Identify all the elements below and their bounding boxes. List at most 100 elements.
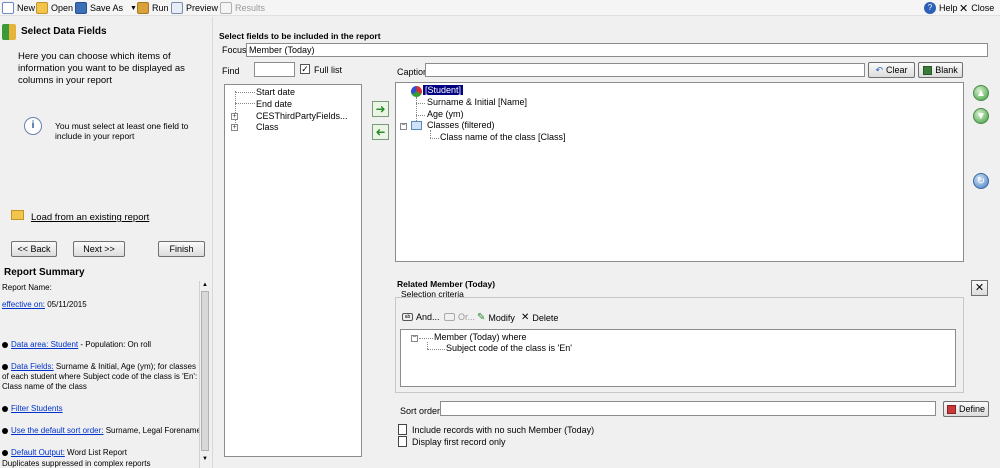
dropdown-arrow-icon[interactable]: ▼ bbox=[130, 5, 137, 12]
filter-students-link[interactable]: Filter Students bbox=[11, 404, 63, 413]
preview-button[interactable]: Preview bbox=[171, 1, 218, 15]
selection-criteria-group: ab And... Or... ✎ Modify ✕ Delete − Member … bbox=[395, 297, 964, 393]
filter-line: Filter Students bbox=[2, 404, 63, 413]
modify-button[interactable]: ✎ Modify bbox=[477, 312, 515, 323]
remove-field-arrow-icon[interactable]: ➜ bbox=[372, 124, 389, 140]
bullet-icon bbox=[2, 341, 8, 348]
data-area-link[interactable]: Data area: Student bbox=[11, 340, 78, 349]
define-icon bbox=[946, 404, 956, 414]
or-icon bbox=[444, 313, 455, 321]
save-disk-icon bbox=[75, 2, 87, 14]
preview-icon bbox=[171, 2, 183, 14]
related-title: Related Member (Today) bbox=[397, 279, 496, 289]
expand-icon[interactable]: + bbox=[231, 113, 238, 120]
bullet-icon bbox=[2, 405, 8, 412]
available-fields-tree[interactable]: Start date End date + CESThirdPartyField… bbox=[224, 84, 362, 457]
tree-line bbox=[430, 130, 431, 138]
data-area-line: Data area: Student - Population: On roll bbox=[2, 340, 151, 349]
or-button[interactable]: Or... bbox=[444, 312, 475, 322]
field-item[interactable]: Start date bbox=[256, 87, 295, 97]
field-item[interactable]: CESThirdPartyFields... bbox=[256, 111, 348, 121]
default-sort-link[interactable]: Use the default sort order: bbox=[11, 426, 104, 435]
delete-button[interactable]: ✕ Delete bbox=[521, 312, 558, 323]
criteria-child[interactable]: Subject code of the class is 'En' bbox=[446, 343, 572, 353]
display-first-toggle[interactable] bbox=[398, 436, 407, 447]
help-button[interactable]: ? Help bbox=[924, 1, 958, 15]
define-button[interactable]: Define bbox=[943, 401, 989, 417]
selected-field-item[interactable]: Surname & Initial [Name] bbox=[427, 97, 527, 107]
open-button[interactable]: Open bbox=[36, 1, 73, 15]
summary-scrollbar[interactable]: ▲ ▼ bbox=[199, 281, 210, 468]
selected-field-item[interactable]: Age (ym) bbox=[427, 109, 464, 119]
section-title: Select fields to be included in the repo… bbox=[219, 31, 381, 41]
next-button[interactable]: Next >> bbox=[73, 241, 125, 257]
caption-input[interactable] bbox=[425, 63, 865, 77]
move-up-icon[interactable]: ▲ bbox=[973, 85, 989, 101]
clear-button[interactable]: ↶ Clear bbox=[868, 62, 915, 78]
tree-line bbox=[430, 138, 439, 139]
run-button[interactable]: Run bbox=[137, 1, 169, 15]
selected-group-item[interactable]: Classes (filtered) bbox=[427, 120, 495, 130]
find-input[interactable] bbox=[254, 62, 295, 77]
focus-field[interactable]: Member (Today) bbox=[246, 43, 988, 57]
collapse-icon[interactable]: − bbox=[411, 334, 418, 342]
save-as-button[interactable]: Save As ▼ bbox=[75, 1, 137, 15]
help-icon: ? bbox=[924, 2, 936, 14]
folder-icon bbox=[11, 210, 24, 220]
collapse-icon[interactable]: − bbox=[400, 122, 407, 130]
field-item[interactable]: Class bbox=[256, 122, 279, 132]
close-icon: ✕ bbox=[959, 2, 969, 15]
output-note: Duplicates suppressed in complex reports bbox=[2, 459, 151, 468]
results-icon bbox=[220, 2, 232, 14]
scroll-down-icon[interactable]: ▼ bbox=[201, 456, 209, 464]
new-document-icon bbox=[2, 2, 14, 14]
blank-button[interactable]: Blank bbox=[918, 62, 963, 78]
delete-icon: ✕ bbox=[521, 312, 530, 323]
clear-criteria-icon[interactable]: ✕ bbox=[971, 280, 988, 296]
sort-order-input[interactable] bbox=[440, 401, 936, 416]
include-records-toggle[interactable] bbox=[398, 424, 407, 435]
default-output-link[interactable]: Default Output: bbox=[11, 448, 65, 457]
data-fields-link[interactable]: Data Fields: bbox=[11, 362, 54, 371]
effective-on-line: effective on: 05/11/2015 bbox=[2, 300, 87, 309]
scroll-up-icon[interactable]: ▲ bbox=[201, 282, 209, 290]
and-icon: ab bbox=[402, 313, 413, 321]
caption-label: Caption bbox=[397, 67, 429, 77]
expand-icon[interactable]: + bbox=[231, 124, 238, 131]
page-title: Select Data Fields bbox=[21, 26, 107, 37]
report-summary: Report Name: effective on: 05/11/2015 Da… bbox=[0, 281, 199, 468]
data-fields-line: Data Fields: Surname & Initial, Age (ym)… bbox=[2, 362, 198, 391]
field-item[interactable]: End date bbox=[256, 99, 292, 109]
selected-field-item[interactable]: Class name of the class [Class] bbox=[440, 132, 566, 142]
criteria-root[interactable]: Member (Today) where bbox=[434, 332, 527, 342]
selected-fields-tree[interactable]: [Student] Surname & Initial [Name] Age (… bbox=[395, 82, 964, 262]
scroll-thumb[interactable] bbox=[201, 291, 209, 451]
student-icon bbox=[411, 86, 422, 97]
tree-line bbox=[416, 115, 425, 116]
focus-label: Focus bbox=[222, 45, 247, 55]
results-button[interactable]: Results bbox=[220, 1, 265, 15]
criteria-tree[interactable]: − Member (Today) where Subject code of t… bbox=[400, 329, 956, 387]
info-text: You must select at least one field to in… bbox=[55, 121, 189, 141]
tree-line bbox=[427, 349, 445, 350]
wizard-side-panel: Select Data Fields Here you can choose w… bbox=[0, 17, 213, 468]
full-list-checkbox[interactable]: ✓ bbox=[300, 64, 310, 74]
full-list-label: Full list bbox=[314, 65, 343, 75]
move-down-icon[interactable]: ▼ bbox=[973, 108, 989, 124]
display-first-label: Display first record only bbox=[412, 437, 506, 447]
bullet-icon bbox=[2, 449, 8, 456]
run-icon bbox=[137, 2, 149, 14]
and-button[interactable]: ab And... bbox=[402, 312, 440, 322]
close-button[interactable]: ✕ Close bbox=[959, 1, 994, 15]
output-line: Default Output: Word List Report bbox=[2, 448, 127, 457]
tree-root-student[interactable]: [Student] bbox=[421, 84, 465, 96]
sort-order-label: Sort order bbox=[400, 406, 441, 416]
new-button[interactable]: New bbox=[2, 1, 35, 15]
effective-on-link[interactable]: effective on: bbox=[2, 300, 45, 309]
data-fields-icon bbox=[2, 24, 16, 40]
add-field-arrow-icon[interactable]: ➜ bbox=[372, 101, 389, 117]
field-properties-icon[interactable]: ↻ bbox=[973, 173, 989, 189]
load-existing-report-link[interactable]: Load from an existing report bbox=[31, 212, 149, 223]
back-button[interactable]: << Back bbox=[11, 241, 57, 257]
finish-button[interactable]: Finish bbox=[158, 241, 205, 257]
